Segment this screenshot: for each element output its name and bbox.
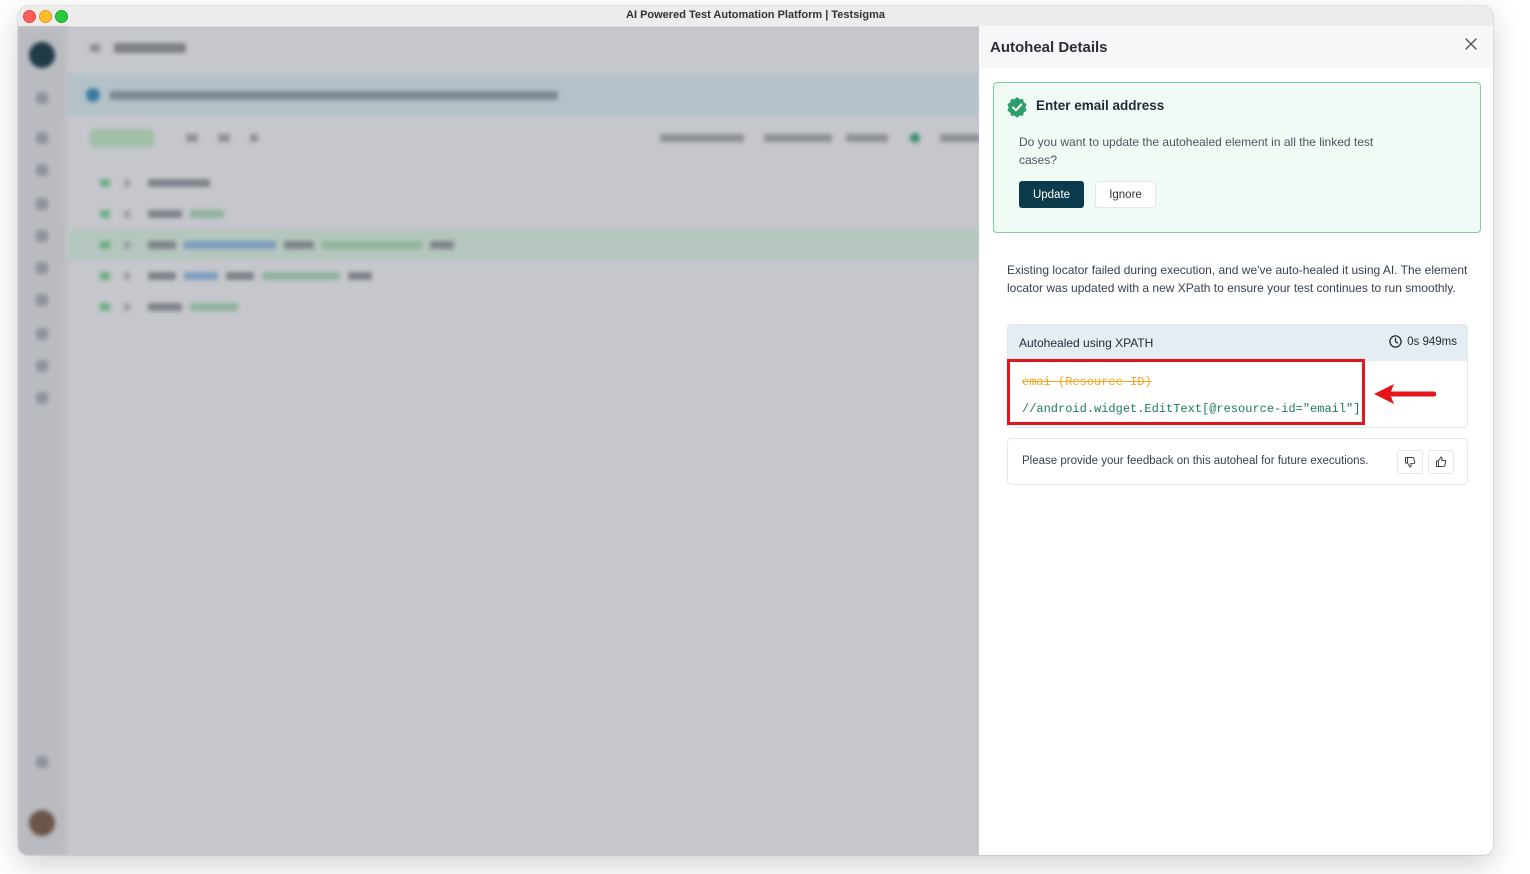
test-step-row (68, 168, 979, 198)
nav-icon (36, 230, 48, 242)
test-case-title (114, 43, 186, 53)
back-arrow-icon (90, 44, 100, 52)
panel-header: Autoheal Details (979, 26, 1493, 68)
autoheal-description: Existing locator failed during execution… (1007, 263, 1468, 295)
update-linked-cases-card: Enter email address Do you want to updat… (993, 82, 1481, 233)
test-step-row (68, 261, 979, 291)
nav-icon (36, 262, 48, 274)
avatar (29, 810, 55, 836)
verified-badge-icon (1007, 97, 1027, 118)
clock-icon (1389, 335, 1402, 348)
toolbar-info (660, 134, 744, 142)
heal-duration: 0s 949ms (1389, 335, 1457, 348)
feedback-text: Please provide your feedback on this aut… (1022, 455, 1369, 467)
window-title: AI Powered Test Automation Platform | Te… (626, 9, 885, 21)
help-icon (36, 756, 48, 768)
toolbar-info (940, 134, 979, 142)
thumbs-down-icon (1405, 457, 1416, 468)
toolbar-icon (250, 134, 258, 142)
panel-title: Autoheal Details (990, 39, 1108, 56)
update-button[interactable]: Update (1019, 181, 1084, 208)
nav-icon (36, 392, 48, 404)
close-panel-button[interactable] (1463, 36, 1479, 52)
feedback-box: Please provide your feedback on this aut… (1007, 438, 1468, 485)
xpath-header: Autohealed using XPATH 0s 949ms (1008, 325, 1467, 361)
left-nav-rail (18, 26, 66, 855)
toolbar-info (846, 134, 888, 142)
nav-icon (36, 92, 48, 104)
toolbar-icon (218, 134, 230, 142)
nav-icon (36, 328, 48, 340)
passed-badge (90, 129, 154, 147)
title-bar: AI Powered Test Automation Platform | Te… (18, 6, 1493, 27)
nav-icon (36, 164, 48, 176)
test-step-row (68, 292, 979, 322)
xpath-label: Autohealed using XPATH (1019, 336, 1154, 350)
card-question: Do you want to update the autohealed ele… (1019, 135, 1374, 167)
thumbs-up-icon (1436, 456, 1447, 467)
annotation-arrow-icon (1374, 384, 1436, 404)
test-step-row (68, 230, 979, 260)
app-logo (29, 42, 55, 68)
highlight-box (1007, 359, 1365, 425)
background-app-dimmed (18, 26, 979, 855)
duration-text: 0s 949ms (1407, 335, 1457, 348)
toolbar-icon (186, 134, 198, 142)
close-icon (1465, 38, 1477, 50)
info-icon (86, 88, 100, 102)
nav-icon (36, 294, 48, 306)
blurred-content (18, 26, 979, 855)
card-title: Enter email address (1036, 98, 1165, 113)
banner-text (110, 91, 558, 100)
nav-icon (36, 198, 48, 210)
autoheal-details-panel: Autoheal Details Enter email address Do … (979, 26, 1493, 855)
thumbs-down-button[interactable] (1397, 450, 1423, 474)
app-window: AI Powered Test Automation Platform | Te… (18, 6, 1493, 855)
ignore-button[interactable]: Ignore (1095, 181, 1156, 208)
nav-icon (36, 132, 48, 144)
nav-icon (36, 360, 48, 372)
toolbar-info (764, 134, 832, 142)
thumbs-up-button[interactable] (1428, 450, 1454, 474)
status-dot (910, 133, 920, 143)
test-step-row (68, 199, 979, 229)
